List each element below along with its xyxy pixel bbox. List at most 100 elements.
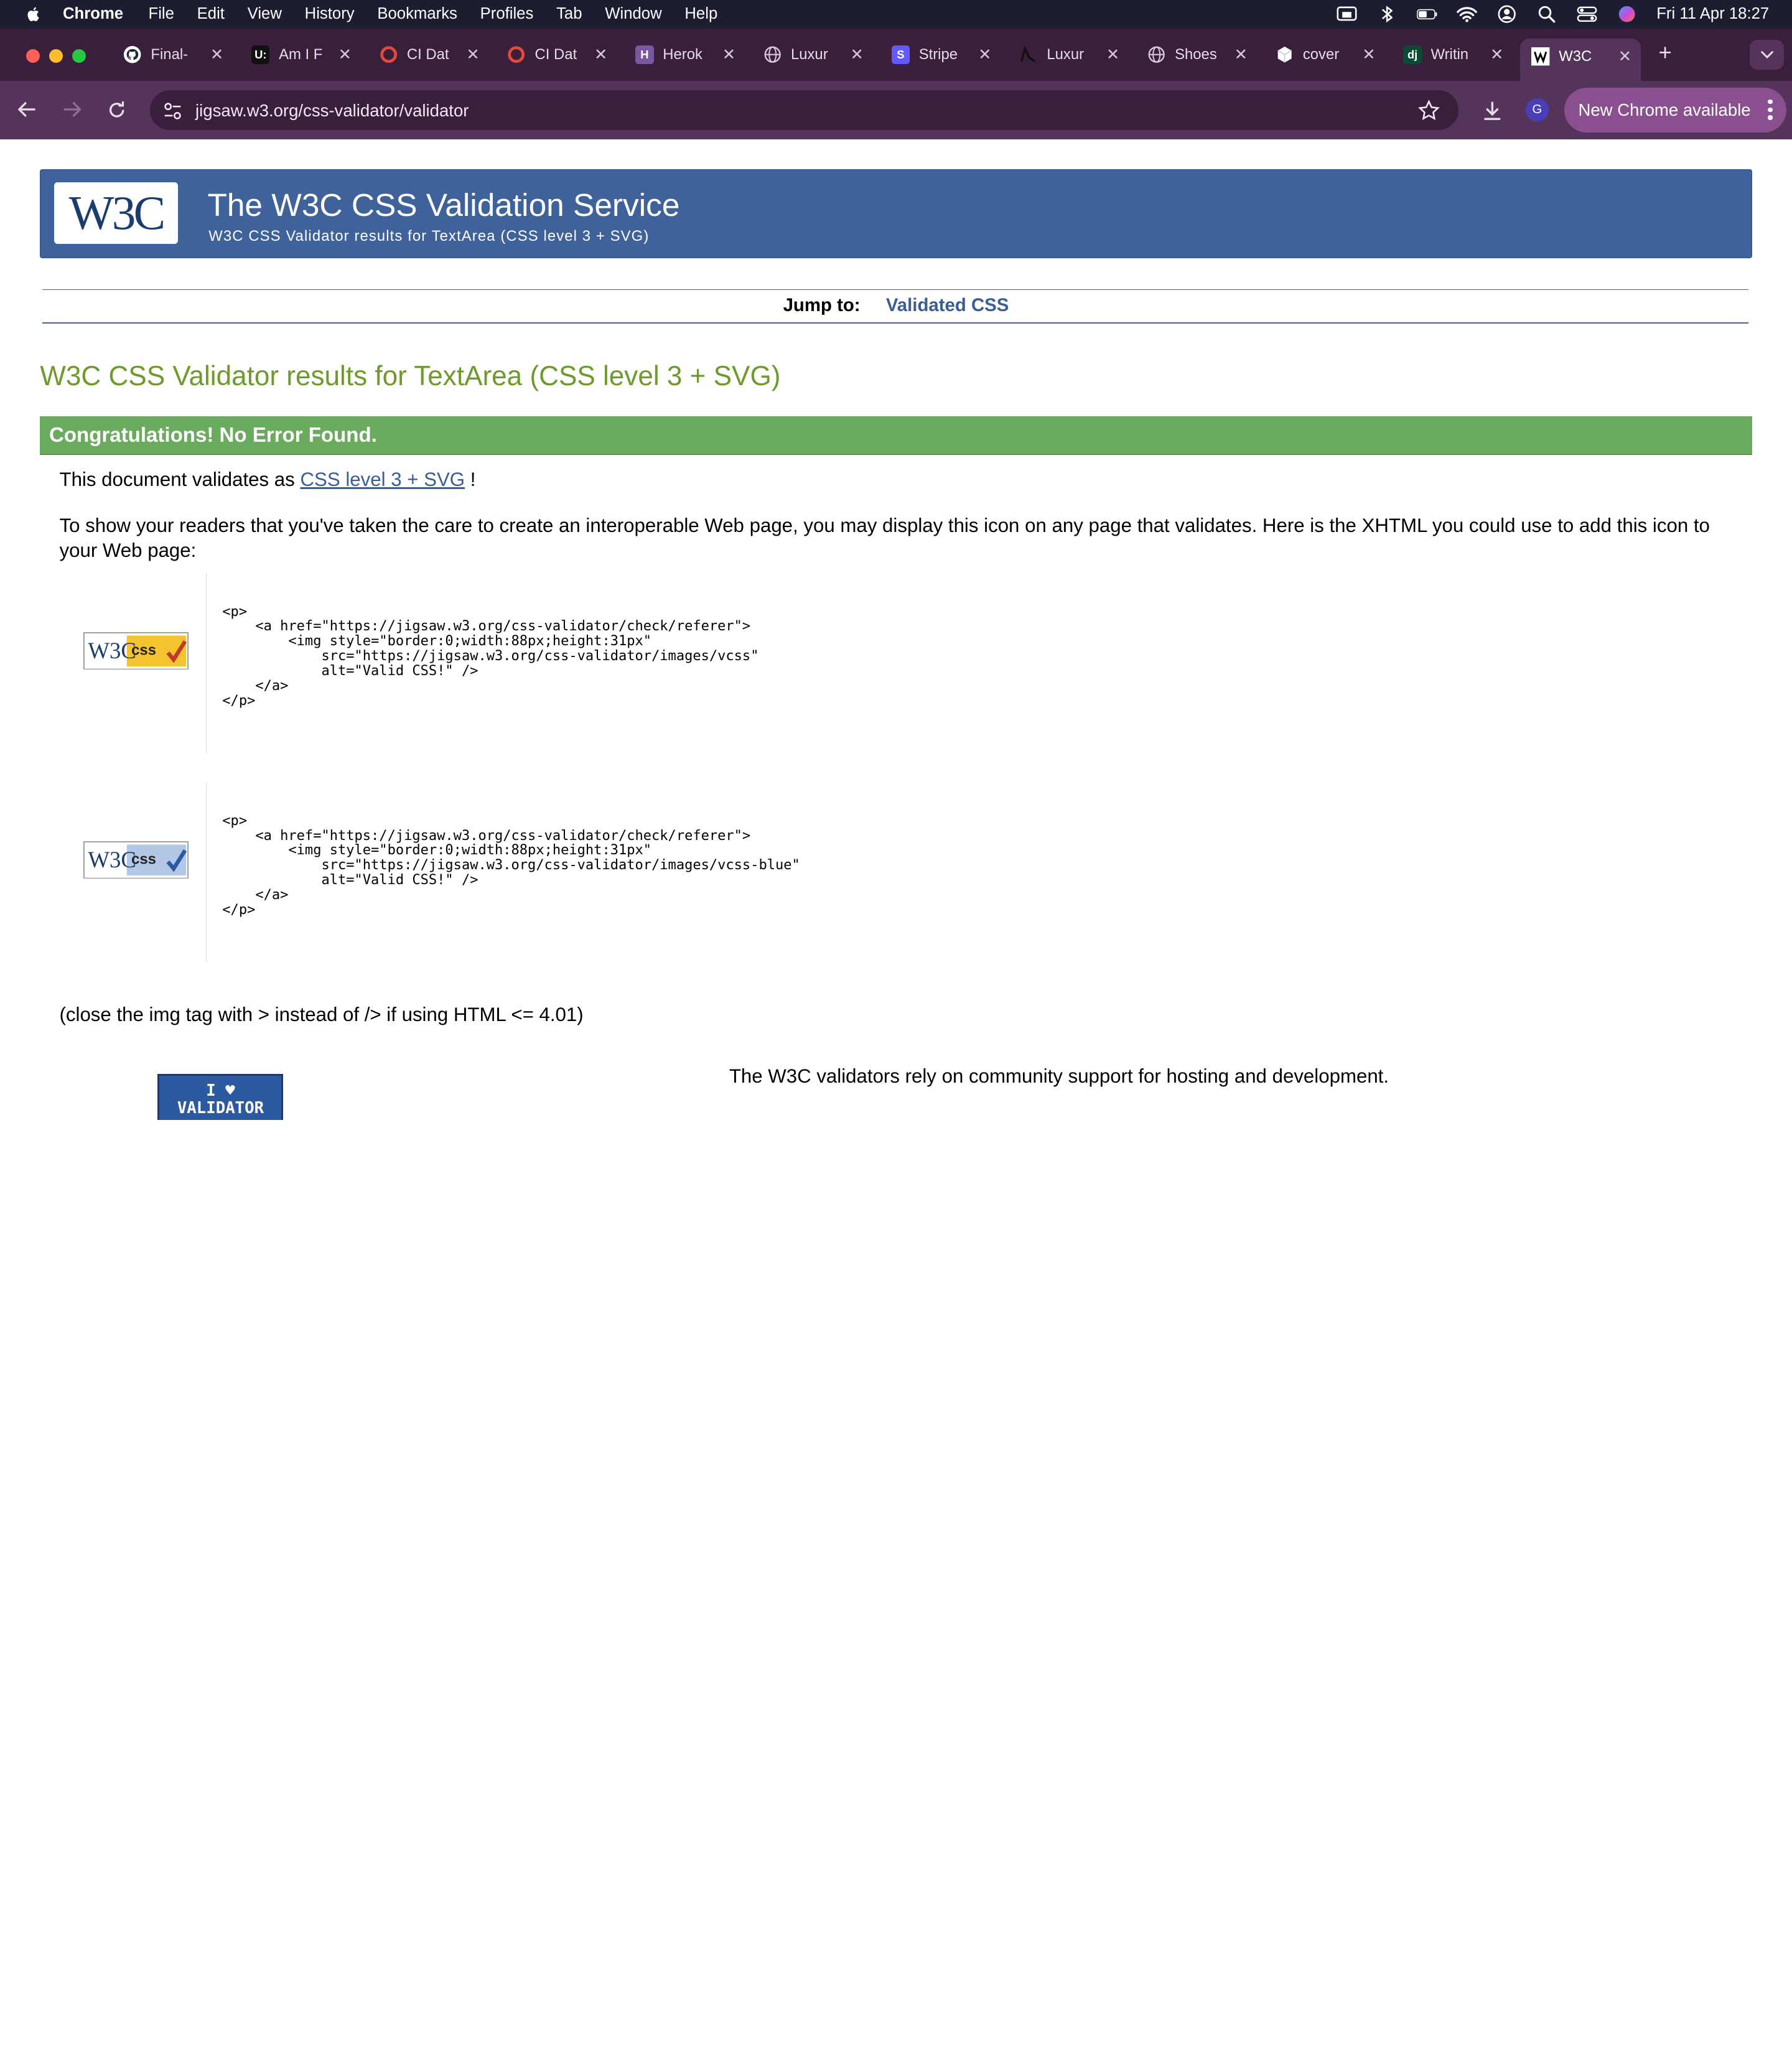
- profile-avatar[interactable]: G: [1525, 98, 1549, 121]
- tab-close-icon[interactable]: ✕: [722, 45, 736, 64]
- update-label: New Chrome available: [1578, 100, 1751, 120]
- tab-writing[interactable]: dj Writin ✕: [1403, 39, 1504, 70]
- django-icon: dj: [1403, 45, 1422, 64]
- tab-cover[interactable]: cover ✕: [1276, 39, 1376, 70]
- tab-stripe[interactable]: S Stripe ✕: [891, 39, 992, 70]
- close-tag-note: (close the img tag with > instead of /> …: [59, 1003, 584, 1025]
- tab-close-icon[interactable]: ✕: [1490, 45, 1504, 64]
- tab-close-icon[interactable]: ✕: [1234, 45, 1248, 64]
- code-text[interactable]: <p> <a href="https://jigsaw.w3.org/css-v…: [207, 783, 1006, 918]
- validates-suffix: !: [465, 469, 476, 491]
- page-subtitle: W3C CSS Validator results for TextArea (…: [208, 228, 650, 245]
- menu-help[interactable]: Help: [684, 0, 717, 29]
- menu-chrome[interactable]: Chrome: [63, 0, 123, 29]
- i-love-validator-badge[interactable]: I ♥ VALIDATOR: [157, 1074, 284, 1120]
- validator-banner: W3C The W3C CSS Validation Service W3C C…: [40, 169, 1752, 259]
- tab-luxury-1[interactable]: Luxur ✕: [763, 39, 864, 70]
- menubar-status-area: Fri 11 Apr 18:27: [1337, 0, 1792, 29]
- menu-history[interactable]: History: [305, 0, 355, 29]
- results-heading: W3C CSS Validator results for TextArea (…: [40, 361, 781, 392]
- code-snippet-gold: <p> <a href="https://jigsaw.w3.org/css-v…: [205, 574, 1006, 753]
- tab-close-icon[interactable]: ✕: [978, 45, 992, 64]
- globe-icon: [1147, 45, 1165, 63]
- menubar-clock[interactable]: Fri 11 Apr 18:27: [1656, 5, 1769, 23]
- tab-ci-data-2[interactable]: CI Dat ✕: [507, 39, 608, 70]
- browser-toolbar: jigsaw.w3.org/css-validator/validator Ne…: [0, 81, 1792, 140]
- menu-tab[interactable]: Tab: [556, 0, 582, 29]
- w3c-logo[interactable]: W3C: [54, 182, 178, 245]
- tab-close-icon[interactable]: ✕: [850, 45, 864, 64]
- tab-close-icon[interactable]: ✕: [466, 45, 480, 64]
- menu-file[interactable]: File: [149, 0, 174, 29]
- menu-profiles[interactable]: Profiles: [480, 0, 534, 29]
- site-settings-icon[interactable]: [162, 101, 183, 121]
- tab-shoes[interactable]: Shoes ✕: [1147, 39, 1248, 70]
- bluetooth-icon[interactable]: [1376, 5, 1397, 23]
- tab-close-icon[interactable]: ✕: [1362, 45, 1376, 64]
- tab-close-icon[interactable]: ✕: [1618, 47, 1632, 66]
- screen-mirroring-icon[interactable]: [1337, 5, 1357, 23]
- reload-button[interactable]: [104, 97, 129, 122]
- tab-title: Luxur: [790, 46, 828, 63]
- window-close-button[interactable]: [26, 49, 40, 63]
- url-text[interactable]: jigsaw.w3.org/css-validator/validator: [195, 101, 469, 121]
- user-account-icon[interactable]: [1496, 5, 1517, 24]
- valid-css-badge-gold[interactable]: W3C css: [83, 632, 189, 670]
- badge-line-1: I ♥: [206, 1081, 235, 1101]
- globe-icon: [763, 45, 782, 63]
- badge-w3c-text: W3C: [88, 847, 136, 872]
- forward-button[interactable]: [60, 97, 85, 122]
- jump-to-nav: Jump to: Validated CSS: [0, 295, 1792, 316]
- tab-w3c-active[interactable]: W3C ✕: [1519, 39, 1641, 82]
- tab-luxury-2[interactable]: Luxur ✕: [1019, 39, 1119, 70]
- divider: [42, 322, 1749, 324]
- badge-css-text: css: [131, 641, 156, 658]
- heroku-icon: H: [635, 45, 654, 64]
- siri-icon[interactable]: [1617, 5, 1637, 23]
- validated-css-link[interactable]: Validated CSS: [886, 295, 1009, 315]
- ci-icon: [507, 45, 525, 63]
- jump-to-label: Jump to:: [783, 294, 861, 315]
- window-minimize-button[interactable]: [49, 49, 63, 63]
- tab-close-icon[interactable]: ✕: [210, 45, 224, 64]
- tab-heroku[interactable]: H Herok ✕: [635, 39, 735, 70]
- web-page: W3C The W3C CSS Validation Service W3C C…: [0, 139, 1792, 1120]
- bookmark-star-icon[interactable]: [1418, 99, 1440, 121]
- kebab-menu-icon[interactable]: [1768, 99, 1773, 120]
- address-bar[interactable]: jigsaw.w3.org/css-validator/validator: [149, 90, 1458, 131]
- browser-tab-strip: Final- ✕ U: Am I F ✕ CI Dat ✕ CI Dat ✕ H…: [0, 28, 1792, 82]
- css-level-link[interactable]: CSS level 3 + SVG: [300, 469, 465, 490]
- menu-window[interactable]: Window: [605, 0, 661, 29]
- tab-close-icon[interactable]: ✕: [338, 45, 352, 64]
- new-chrome-available-button[interactable]: New Chrome available: [1564, 88, 1786, 133]
- tab-final[interactable]: Final- ✕: [123, 39, 223, 70]
- control-center-icon[interactable]: [1577, 5, 1597, 23]
- valid-css-badge-blue[interactable]: W3C css: [83, 841, 189, 879]
- tab-am-i[interactable]: U: Am I F ✕: [251, 39, 352, 70]
- menu-edit[interactable]: Edit: [197, 0, 225, 29]
- apple-icon[interactable]: [24, 5, 42, 23]
- tab-search-button[interactable]: [1749, 40, 1785, 70]
- tab-ci-data-1[interactable]: CI Dat ✕: [380, 39, 480, 70]
- tab-title: Writin: [1430, 46, 1469, 63]
- battery-icon[interactable]: [1416, 5, 1437, 23]
- screen: Chrome File Edit View History Bookmarks …: [0, 0, 1792, 1120]
- wifi-icon[interactable]: [1457, 5, 1477, 23]
- menu-bookmarks[interactable]: Bookmarks: [377, 0, 457, 29]
- spotlight-search-icon[interactable]: [1536, 5, 1557, 23]
- tab-title: Stripe: [918, 46, 958, 63]
- download-icon[interactable]: [1481, 100, 1504, 123]
- window-zoom-button[interactable]: [72, 49, 86, 63]
- ci-icon: [380, 45, 398, 63]
- tab-close-icon[interactable]: ✕: [594, 45, 608, 64]
- success-banner: Congratulations! No Error Found.: [40, 416, 1752, 455]
- community-support-text: The W3C validators rely on community sup…: [729, 1065, 1389, 1087]
- code-snippet-blue: <p> <a href="https://jigsaw.w3.org/css-v…: [205, 783, 1006, 963]
- new-tab-button[interactable]: +: [1655, 41, 1676, 64]
- back-button[interactable]: [15, 97, 40, 122]
- menu-view[interactable]: View: [248, 0, 282, 29]
- w3c-icon: [1531, 47, 1550, 66]
- tab-title: Final-: [151, 46, 189, 63]
- tab-close-icon[interactable]: ✕: [1106, 45, 1120, 64]
- code-text[interactable]: <p> <a href="https://jigsaw.w3.org/css-v…: [207, 574, 1006, 709]
